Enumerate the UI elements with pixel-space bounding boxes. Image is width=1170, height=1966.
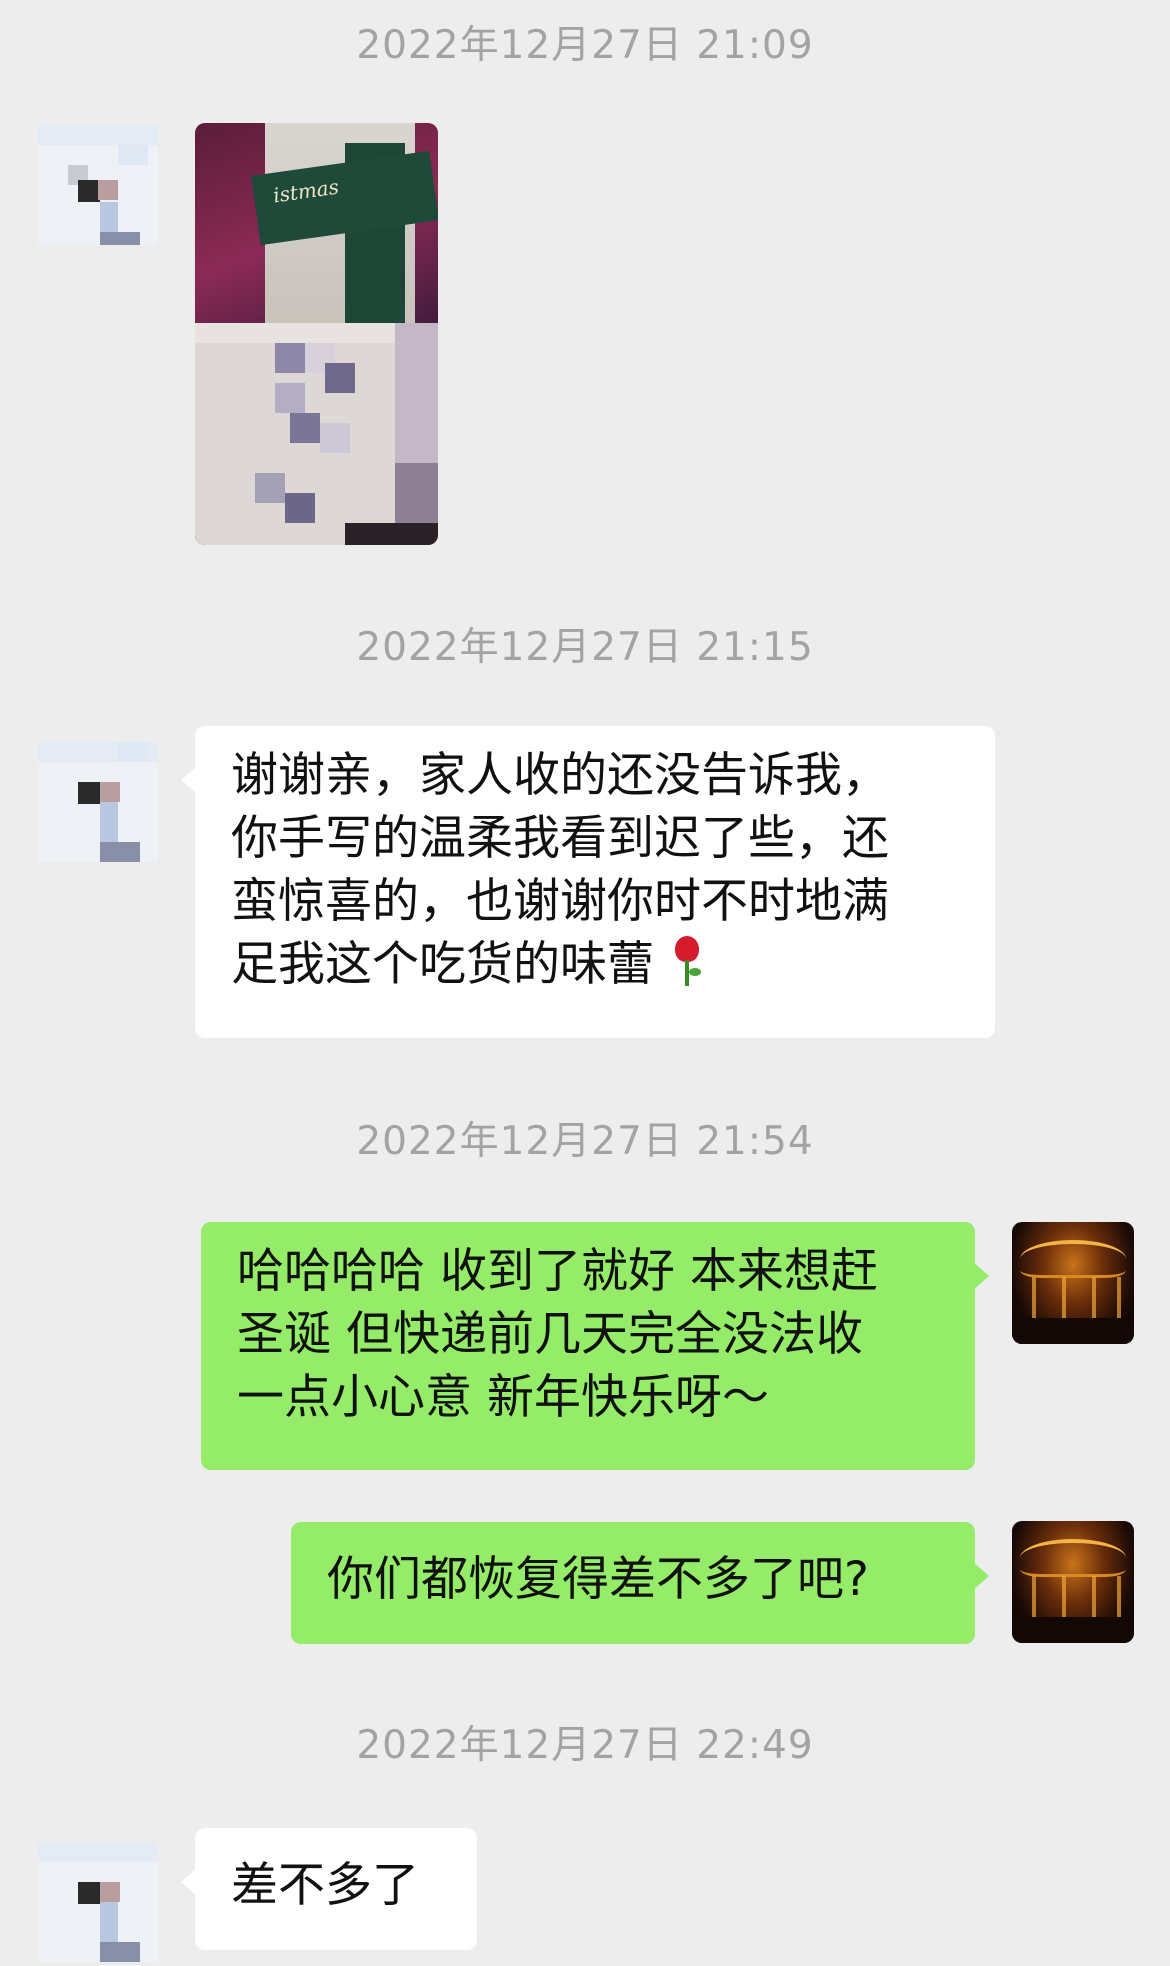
contact-avatar[interactable] [38, 125, 158, 245]
rose-icon [669, 934, 705, 988]
contact-avatar[interactable] [38, 1842, 158, 1962]
message-line: 一点小心意 新年快乐呀～ [237, 1370, 769, 1425]
message-line: 足我这个吃货的味蕾 [231, 933, 959, 996]
message-bubble-sent[interactable]: 哈哈哈哈 收到了就好 本来想赶 圣诞 但快递前几天完全没法收 一点小心意 新年快… [201, 1222, 989, 1470]
contact-avatar[interactable] [38, 742, 158, 862]
message-bubble-sent[interactable]: 你们都恢复得差不多了吧? [291, 1522, 989, 1644]
message-bubble-received[interactable]: 谢谢亲，家人收的还没告诉我， 你手写的温柔我看到迟了些，还 蛮惊喜的，也谢谢你时… [181, 726, 995, 1038]
image-message[interactable]: istmas [195, 123, 438, 545]
pixelated-area [195, 323, 438, 545]
timestamp: 2022年12月27日 21:15 [356, 625, 814, 670]
message-line: 蛮惊喜的，也谢谢你时不时地满 [231, 874, 889, 929]
message-line: 哈哈哈哈 收到了就好 本来想赶 [237, 1244, 878, 1299]
message-line: 差不多了 [231, 1858, 419, 1913]
timestamp: 2022年12月27日 21:09 [356, 23, 814, 68]
my-avatar[interactable] [1012, 1222, 1134, 1344]
my-avatar[interactable] [1012, 1521, 1134, 1643]
message-bubble-received[interactable]: 差不多了 [181, 1828, 477, 1950]
timestamp: 2022年12月27日 22:49 [356, 1723, 814, 1768]
message-line: 圣诞 但快递前几天完全没法收 [237, 1307, 863, 1362]
timestamp: 2022年12月27日 21:54 [356, 1119, 814, 1164]
message-line: 你们都恢复得差不多了吧? [327, 1552, 869, 1607]
message-line: 谢谢亲，家人收的还没告诉我， [231, 748, 889, 803]
message-line: 你手写的温柔我看到迟了些，还 [231, 811, 889, 866]
